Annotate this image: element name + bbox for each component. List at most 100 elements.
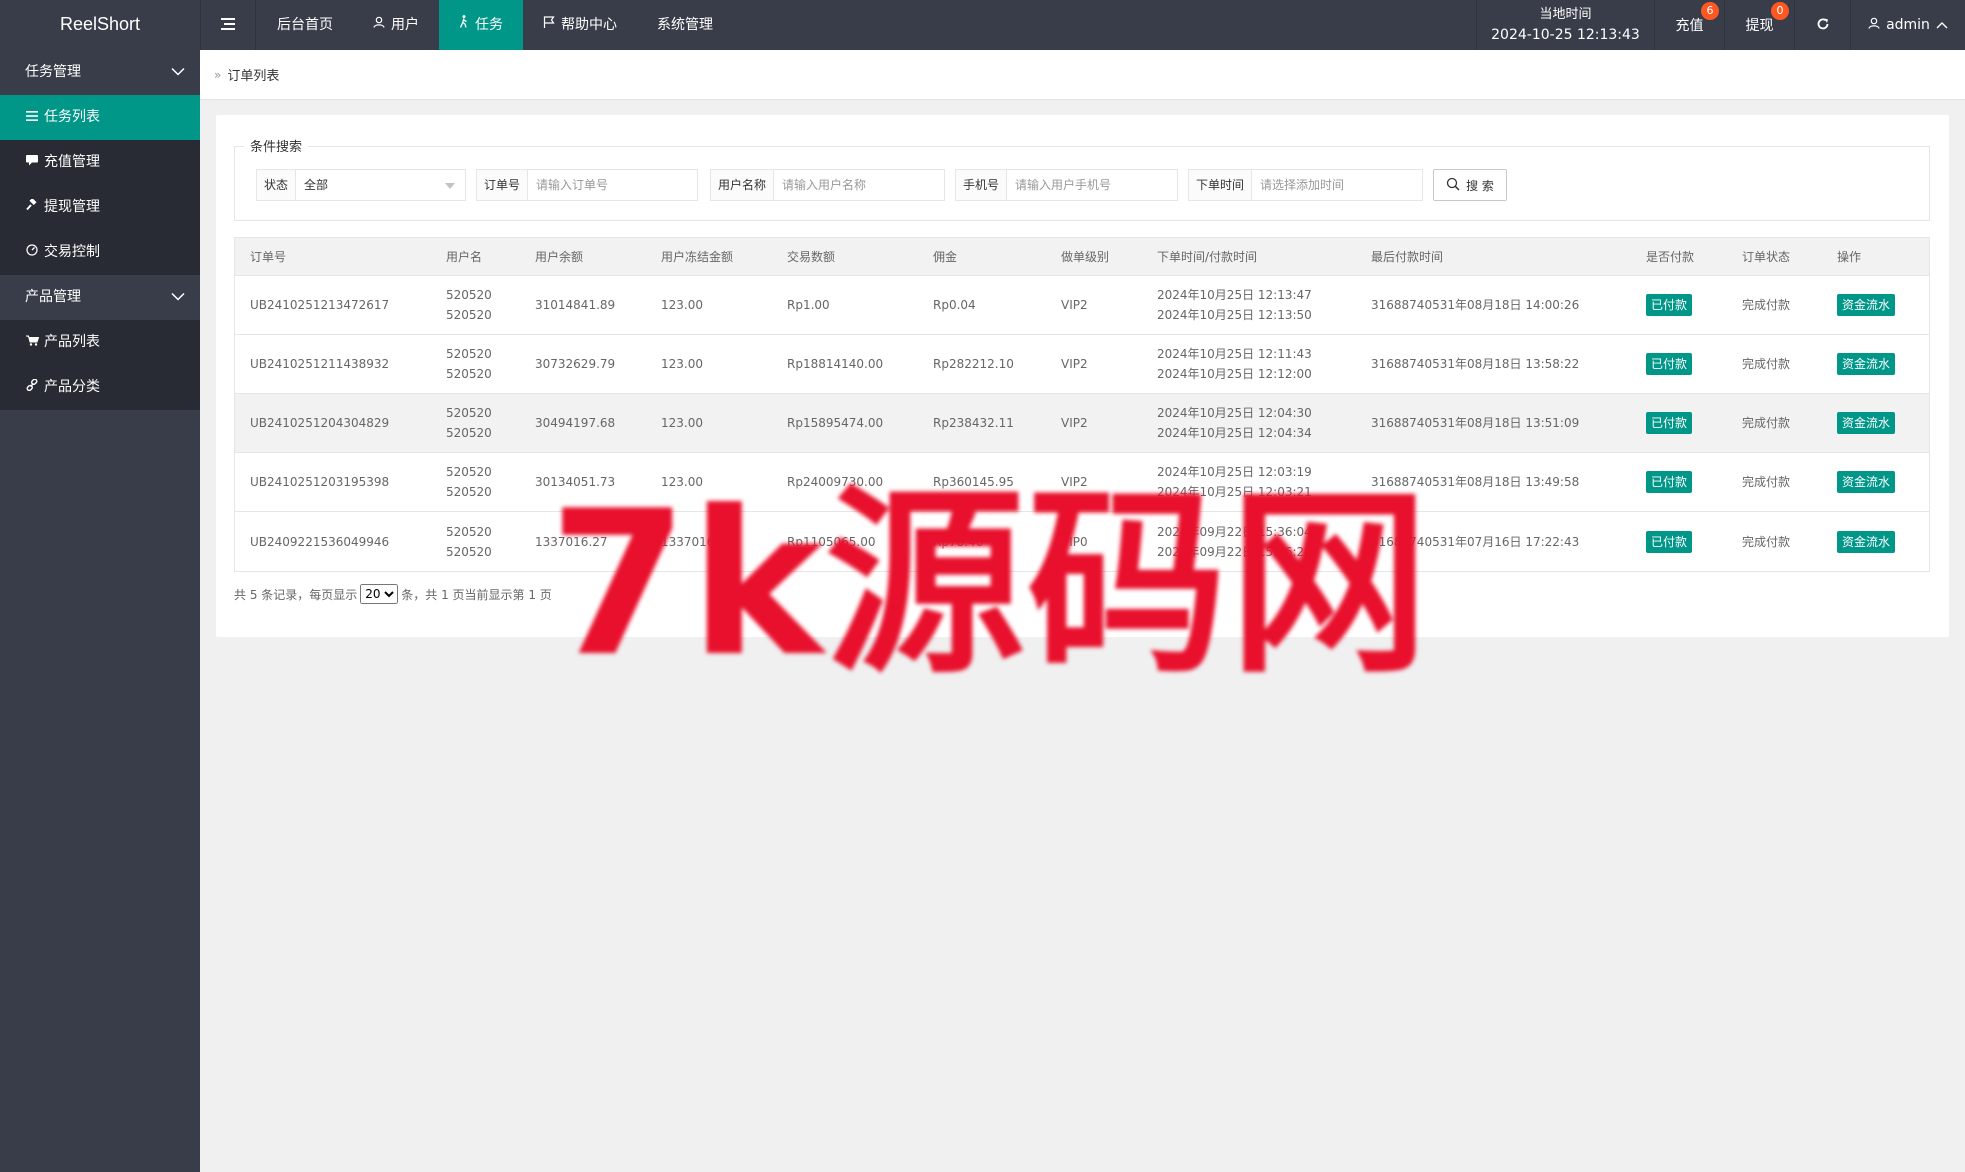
sidebar-item-task-list-label: 任务列表 <box>44 109 100 125</box>
table-row: UB2410251204304829 520520 520520 30494197… <box>235 394 1929 453</box>
admin-menu[interactable]: admin <box>1850 0 1965 50</box>
status-label: 状态 <box>257 170 297 200</box>
sidebar-item-product-list[interactable]: 产品列表 <box>0 320 200 365</box>
sidebar-group-product-label: 产品管理 <box>25 289 81 305</box>
cell-order-time: 2024年10月25日 12:03:19 2024年10月25日 12:03:21 <box>1157 453 1312 511</box>
sidebar-item-task-list[interactable]: 任务列表 <box>0 95 200 140</box>
cell-order-time: 2024年10月25日 12:11:43 2024年10月25日 12:12:00 <box>1157 335 1312 393</box>
pagination: 共 5 条记录，每页显示 20 条，共 1 页当前显示第 1 页 <box>234 583 552 605</box>
phone-field: 手机号 请输入用户手机号 <box>955 169 1178 201</box>
fund-flow-button[interactable]: 资金流水 <box>1837 353 1896 375</box>
paid-badge[interactable]: 已付款 <box>1646 353 1693 375</box>
phone-input[interactable]: 请输入用户手机号 <box>1007 170 1177 200</box>
cell-last-pay-time: 31688740531年08月18日 14:00:26 <box>1371 298 1580 312</box>
fund-flow-button[interactable]: 资金流水 <box>1837 471 1896 493</box>
cell-username-line2: 520520 <box>446 308 492 322</box>
recharge-button[interactable]: 充值 6 <box>1654 0 1724 50</box>
cell-last-pay-time: 31688740531年08月18日 13:58:22 <box>1371 357 1580 371</box>
topnav-system-label: 系统管理 <box>657 17 713 33</box>
search-button[interactable]: 搜 索 <box>1433 169 1507 201</box>
top-nav: 后台首页 用户 任务 帮助中心 系统管理 <box>257 0 733 50</box>
table-row: UB2410251213472617 520520 520520 31014841… <box>235 276 1929 335</box>
refresh-button[interactable] <box>1794 0 1850 50</box>
paid-badge[interactable]: 已付款 <box>1646 530 1693 553</box>
search-legend: 条件搜索 <box>244 136 309 155</box>
cell-balance: 1337016.27 <box>535 534 608 549</box>
local-time-display: 当地时间 2024-10-25 12:13:43 <box>1476 0 1654 50</box>
search-button-label: 搜 索 <box>1466 178 1494 193</box>
cell-status: 完成付款 <box>1742 357 1791 371</box>
cell-amount: Rp1.00 <box>787 298 830 312</box>
local-time-label: 当地时间 <box>1539 7 1592 22</box>
sidebar-group-task-label: 任务管理 <box>25 64 81 80</box>
cell-order-time-line2: 2024年09月22日 15:36:20 <box>1157 544 1312 559</box>
sidebar-item-recharge-label: 充值管理 <box>44 154 100 170</box>
topnav-task[interactable]: 任务 <box>439 0 523 50</box>
order-list-card: 条件搜索 状态 全部 订单号 请输入订单号 用户名称 请输入用户名称 手机号 请… <box>216 115 1949 637</box>
topnav-system[interactable]: 系统管理 <box>637 0 733 50</box>
header-username: 用户名 <box>446 249 483 264</box>
top-right-tools: 当地时间 2024-10-25 12:13:43 充值 6 提现 0 admin <box>1476 0 1965 50</box>
cell-level: VIP2 <box>1061 298 1088 312</box>
sidebar-item-recharge[interactable]: 充值管理 <box>0 140 200 185</box>
header-last-pay-time: 最后付款时间 <box>1371 249 1444 264</box>
phone-label: 手机号 <box>956 170 1008 200</box>
paid-badge[interactable]: 已付款 <box>1646 471 1693 493</box>
sidebar-group-task[interactable]: 任务管理 <box>0 50 200 95</box>
cell-frozen: 123.00 <box>661 357 703 371</box>
sidebar-item-trade-control[interactable]: 交易控制 <box>0 230 200 275</box>
flag-icon <box>543 0 555 50</box>
topnav-home-label: 后台首页 <box>277 17 333 33</box>
dashboard-icon <box>25 230 39 275</box>
cell-order-time: 2024年09月22日 15:36:04 2024年09月22日 15:36:20 <box>1157 512 1312 571</box>
app-logo[interactable]: ReelShort <box>0 0 200 50</box>
cell-level: VIP2 <box>1061 357 1088 371</box>
sidebar-item-withdraw-label: 提现管理 <box>44 199 100 215</box>
paid-badge[interactable]: 已付款 <box>1646 412 1693 434</box>
status-value[interactable]: 全部 <box>296 170 465 200</box>
topnav-help[interactable]: 帮助中心 <box>523 0 637 50</box>
cell-username-line1: 520520 <box>446 524 492 539</box>
topnav-home[interactable]: 后台首页 <box>257 0 353 50</box>
page-size-select[interactable]: 20 <box>360 584 399 604</box>
order-number-input[interactable]: 请输入订单号 <box>528 170 697 200</box>
withdraw-button[interactable]: 提现 0 <box>1724 0 1794 50</box>
cell-order-time-line1: 2024年10月25日 12:04:30 <box>1157 406 1312 420</box>
cell-order-time-line1: 2024年10月25日 12:11:43 <box>1157 347 1312 361</box>
fund-flow-button[interactable]: 资金流水 <box>1837 412 1896 434</box>
header-action: 操作 <box>1837 249 1862 264</box>
cell-order-time-line1: 2024年10月25日 12:03:19 <box>1157 465 1312 479</box>
topnav-user[interactable]: 用户 <box>353 0 439 50</box>
cell-commission: Rp0.04 <box>933 298 976 312</box>
menu-toggle-button[interactable] <box>200 0 256 50</box>
fund-flow-button[interactable]: 资金流水 <box>1837 294 1896 316</box>
chevron-down-icon <box>171 50 185 95</box>
sidebar-group-product[interactable]: 产品管理 <box>0 275 200 320</box>
withdraw-badge: 0 <box>1771 2 1789 20</box>
status-select[interactable]: 状态 全部 <box>256 169 466 201</box>
cell-order-time-line2: 2024年10月25日 12:04:34 <box>1157 426 1312 440</box>
cell-action: 资金流水 <box>1837 512 1896 571</box>
search-icon <box>1446 177 1460 194</box>
topnav-help-label: 帮助中心 <box>561 17 617 33</box>
cell-status: 完成付款 <box>1742 534 1791 549</box>
cell-amount: Rp24009730.00 <box>787 475 884 489</box>
order-time-input[interactable]: 请选择添加时间 <box>1252 170 1422 200</box>
username-input[interactable]: 请输入用户名称 <box>774 170 944 200</box>
fund-flow-button[interactable]: 资金流水 <box>1837 530 1896 553</box>
status-value-text: 全部 <box>304 178 329 192</box>
cell-level: VIP0 <box>1061 534 1088 549</box>
order-table: 订单号 用户名 用户余额 用户冻结金额 交易数额 佣金 做单级别 下单时间/付款… <box>234 237 1930 572</box>
cell-commission: Rp282212.10 <box>933 357 1014 371</box>
cell-order-time: 2024年10月25日 12:13:47 2024年10月25日 12:13:50 <box>1157 276 1312 334</box>
breadcrumb: » 订单列表 <box>200 50 1965 100</box>
sidebar-item-product-category[interactable]: 产品分类 <box>0 365 200 410</box>
header-commission: 佣金 <box>933 249 958 264</box>
comment-icon <box>25 140 39 185</box>
cell-paid: 已付款 <box>1646 276 1693 334</box>
user-icon <box>373 0 385 50</box>
cell-commission: Rp78.46 <box>933 534 984 549</box>
paid-badge[interactable]: 已付款 <box>1646 294 1693 316</box>
admin-label: admin <box>1886 17 1930 33</box>
sidebar-item-withdraw[interactable]: 提现管理 <box>0 185 200 230</box>
